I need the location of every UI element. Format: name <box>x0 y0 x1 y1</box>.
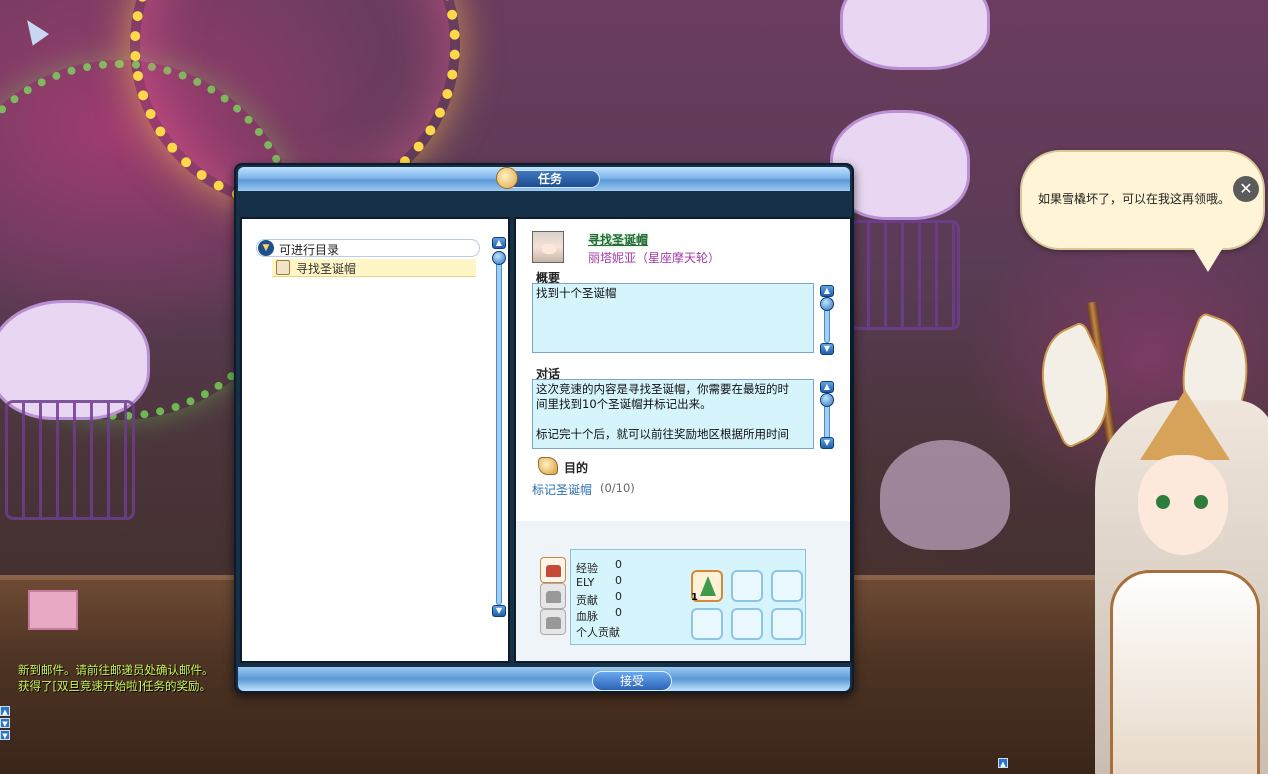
reward-item-slot[interactable] <box>691 608 723 640</box>
quest-category-available[interactable]: ▼ 可进行目录 <box>256 239 480 257</box>
reward-item-slot[interactable] <box>731 608 763 640</box>
scroll-down-button[interactable]: ▼ <box>820 437 834 449</box>
npc-eye-right <box>1194 495 1208 509</box>
scrollbar-thumb[interactable] <box>820 297 834 311</box>
quest-list-scrollbar[interactable]: ▲ ▼ <box>492 237 506 619</box>
gift-box-decoration <box>28 590 78 630</box>
dialog-textbox: 这次竞速的内容是寻找圣诞帽，你需要在最短的时 间里找到10个圣诞帽并标记出来。 … <box>532 379 814 449</box>
quest-title: 寻找圣诞帽 <box>588 233 649 247</box>
cat-gondola-top <box>840 0 990 70</box>
treasure-chest-icon <box>546 591 561 603</box>
reward-tab-1[interactable] <box>540 557 566 583</box>
reward-value: 0 <box>615 606 622 619</box>
reward-label: 贡献 <box>576 594 598 607</box>
window-header-strip <box>238 191 850 217</box>
chat-line: 新到邮件。请前往邮递员处确认邮件。 <box>18 663 214 677</box>
chat-scroll-bottom-button[interactable]: ▼ <box>0 730 10 740</box>
scroll-up-button[interactable]: ▲ <box>820 381 834 393</box>
quest-scroll-icon <box>496 167 518 189</box>
window-titlebar[interactable]: 任务 <box>238 167 850 191</box>
chat-scroll-up-button[interactable]: ▲ <box>0 706 10 716</box>
quest-document-icon <box>276 260 290 275</box>
reward-value: 0 <box>615 590 622 603</box>
npc-eye-left <box>1156 495 1170 509</box>
scroll-up-button[interactable]: ▲ <box>492 237 506 249</box>
scroll-down-button[interactable]: ▼ <box>492 605 506 617</box>
reward-item-slot[interactable]: 1 <box>691 570 723 603</box>
reward-box: 经验 0 ELY 0 贡献 0 血脉 0 个人贡献 1 <box>570 549 806 645</box>
reward-label: ELY <box>576 576 595 589</box>
npc-name-link[interactable]: 丽塔妮亚（星座摩天轮） <box>588 249 720 266</box>
category-label: 可进行目录 <box>279 243 340 257</box>
reward-item-slot[interactable] <box>771 570 803 602</box>
reward-tabs <box>540 557 568 651</box>
scrollbar-thumb[interactable] <box>820 393 834 407</box>
chat-line: 获得了[双旦竞速开始啦]任务的奖励。 <box>18 679 211 693</box>
reward-label: 血脉 <box>576 610 598 623</box>
reward-tab-3[interactable] <box>540 609 566 635</box>
ghost-decoration <box>880 440 1010 550</box>
window-footer <box>238 667 850 691</box>
quest-window: 任务 ▼ 可进行目录 寻找圣诞帽 ▲ ▼ 寻找圣诞帽 丽塔妮亚（星座摩天轮） 概… <box>234 163 854 693</box>
reward-area: 经验 0 ELY 0 贡献 0 血脉 0 个人贡献 1 <box>516 521 850 661</box>
quest-detail-panel: 寻找圣诞帽 丽塔妮亚（星座摩天轮） 概要 找到十个圣诞帽 ▲ ▼ 对话 这次竞速… <box>514 217 852 663</box>
scrollbar-track[interactable] <box>496 251 502 605</box>
dialog-line: 标记完十个后，就可以前往奖励地区根据所用时间 <box>536 427 789 441</box>
reward-value: 0 <box>615 574 622 587</box>
objective-count: (0/10) <box>600 481 635 495</box>
chat-log: 新到邮件。请前往邮递员处确认邮件。 获得了[双旦竞速开始啦]任务的奖励。 <box>18 662 214 694</box>
scroll-down-button[interactable]: ▼ <box>820 343 834 355</box>
chat-scroll-controls: ▲ ▼ ▼ <box>0 706 10 740</box>
reward-value: 0 <box>615 558 622 571</box>
gondola-cage-left <box>5 400 135 520</box>
speech-text: 如果雪橇坏了，可以在我这再领哦。 <box>1038 192 1231 206</box>
summary-scrollbar[interactable]: ▲ ▼ <box>820 285 834 355</box>
reward-item-slot[interactable] <box>771 608 803 640</box>
scrollbar-thumb[interactable] <box>492 251 506 265</box>
reward-label: 经验 <box>576 562 598 575</box>
item-count: 1 <box>691 592 698 603</box>
speech-close-button[interactable]: ✕ <box>1233 176 1259 202</box>
gondola-cage-right <box>850 220 960 330</box>
objective-scroll-icon <box>538 457 558 475</box>
treasure-chest-icon <box>546 565 561 577</box>
quest-list-item[interactable]: 寻找圣诞帽 <box>272 259 476 277</box>
npc-face <box>1138 455 1228 555</box>
npc-speech-bubble: 如果雪橇坏了，可以在我这再领哦。 ✕ <box>1020 150 1265 272</box>
reward-label: 个人贡献 <box>576 626 620 639</box>
reward-item-slot[interactable] <box>731 570 763 602</box>
expand-up-button[interactable]: ▲ <box>998 758 1008 768</box>
objective-label: 目的 <box>564 461 589 475</box>
dialog-scrollbar[interactable]: ▲ ▼ <box>820 381 834 451</box>
objective-link[interactable]: 标记圣诞帽 <box>532 481 592 498</box>
dialog-line: 这次竞速的内容是寻找圣诞帽，你需要在最短的时 <box>536 382 789 396</box>
dialog-line: 间里找到10个圣诞帽并标记出来。 <box>536 397 712 411</box>
scroll-up-button[interactable]: ▲ <box>820 285 834 297</box>
quest-list-item-label: 寻找圣诞帽 <box>296 262 357 276</box>
collapse-heart-icon[interactable]: ▼ <box>258 240 274 256</box>
accept-button[interactable]: 接受 <box>592 671 672 691</box>
treasure-chest-icon <box>546 617 561 629</box>
dialog-line <box>536 412 810 427</box>
quest-list-panel: ▼ 可进行目录 寻找圣诞帽 ▲ ▼ <box>240 217 510 663</box>
summary-textbox: 找到十个圣诞帽 <box>532 283 814 353</box>
reward-tab-2[interactable] <box>540 583 566 609</box>
christmas-tree-icon <box>700 576 716 596</box>
chat-scroll-down-button[interactable]: ▼ <box>0 718 10 728</box>
npc-portrait <box>532 231 564 263</box>
npc-robe <box>1110 570 1260 774</box>
